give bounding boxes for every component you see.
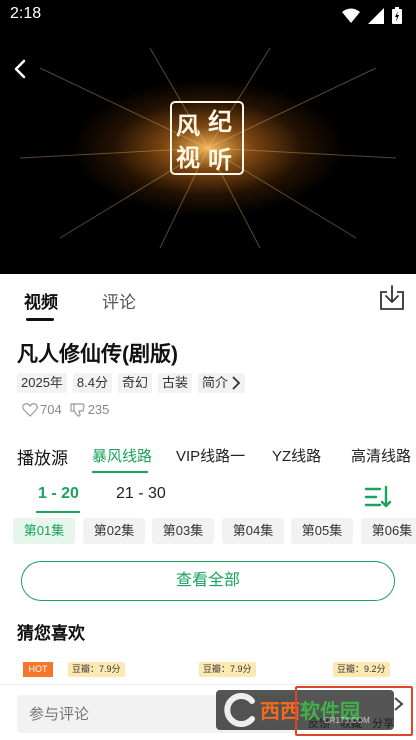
sort-icon[interactable] <box>364 484 392 510</box>
like-button[interactable]: 704 <box>22 402 62 417</box>
tab-active-underline <box>26 318 54 321</box>
episode-button[interactable]: 第02集 <box>83 518 145 544</box>
thumbs-down-icon <box>70 402 85 417</box>
view-all-button[interactable]: 查看全部 <box>21 561 395 601</box>
play-source-label: 播放源 <box>17 449 68 468</box>
episode-range-row: 1 - 20 21 - 30 <box>0 480 416 516</box>
chevron-right-icon <box>394 697 404 711</box>
dislike-count: 235 <box>87 402 110 417</box>
watermark-brand-orange: 西西 <box>260 701 300 723</box>
episode-button[interactable]: 第06集 <box>361 518 416 544</box>
play-source-row: 播放源 暴风线路 VIP线路一 YZ线路 高清线路 <box>0 440 416 474</box>
intro-button[interactable]: 简介 <box>198 373 246 393</box>
episode-button[interactable]: 第05集 <box>291 518 353 544</box>
tag-year: 2025年 <box>17 373 67 393</box>
tab-comment[interactable]: 评论 <box>102 288 136 313</box>
hot-badge: HOT <box>23 662 53 677</box>
intro-label: 简介 <box>202 375 229 390</box>
score-badge: 豆瓣：7.9分 <box>68 662 125 677</box>
score-badge: 豆瓣：7.9分 <box>199 662 256 677</box>
download-icon[interactable] <box>378 284 406 312</box>
recommend-title: 猜您喜欢 <box>17 624 85 643</box>
source-item-baofeng[interactable]: 暴风线路 <box>92 445 152 466</box>
tag-style: 古装 <box>158 373 193 393</box>
show-tags: 2025年 8.4分 奇幻 古装 简介 <box>17 373 246 393</box>
logo-char-2: 纪 <box>208 107 232 136</box>
episode-button[interactable]: 第03集 <box>152 518 214 544</box>
source-item-vip[interactable]: VIP线路一 <box>176 445 245 466</box>
show-stats: 704 235 <box>22 402 109 417</box>
range-21-30[interactable]: 21 - 30 <box>116 485 166 503</box>
tag-score: 8.4分 <box>72 373 112 393</box>
episode-button[interactable]: 第04集 <box>222 518 284 544</box>
recommend-list: HOT 豆瓣：7.9分 豆瓣：7.9分 豆瓣：9.2分 <box>0 660 416 682</box>
like-count: 704 <box>40 402 62 417</box>
video-rays: 风 纪 视 听 <box>19 48 397 248</box>
watermark-logo-icon <box>224 693 255 727</box>
range-1-20[interactable]: 1 - 20 <box>38 485 79 503</box>
wifi-icon <box>342 8 360 23</box>
logo-char-1: 风 <box>176 111 200 140</box>
status-icons <box>342 7 402 24</box>
range-active-underline <box>36 511 80 513</box>
heart-icon <box>22 402 38 417</box>
source-active-underline <box>92 471 148 473</box>
status-time: 2:18 <box>10 5 42 22</box>
logo-char-3: 视 <box>176 143 200 172</box>
episode-list: 第01集 第02集 第03集 第04集 第05集 第06集 <box>13 518 416 544</box>
tag-genre: 奇幻 <box>118 373 153 393</box>
chevron-right-icon <box>232 376 241 390</box>
content-tabs: 视频 评论 <box>0 274 416 324</box>
video-player[interactable]: 风 纪 视 听 <box>0 30 416 274</box>
back-icon[interactable] <box>10 58 32 80</box>
tab-video[interactable]: 视频 <box>24 288 58 313</box>
signal-icon <box>368 7 384 24</box>
battery-icon <box>392 7 402 24</box>
episode-button[interactable]: 第01集 <box>13 518 75 544</box>
status-bar: 2:18 <box>0 0 416 30</box>
dislike-button[interactable]: 235 <box>70 402 110 417</box>
source-item-yz[interactable]: YZ线路 <box>272 445 321 466</box>
show-title: 凡人修仙传(剧版) <box>17 343 178 366</box>
source-item-hd[interactable]: 高清线路 <box>351 445 411 466</box>
logo-char-4: 听 <box>208 145 232 174</box>
score-badge: 豆瓣：9.2分 <box>333 662 390 677</box>
